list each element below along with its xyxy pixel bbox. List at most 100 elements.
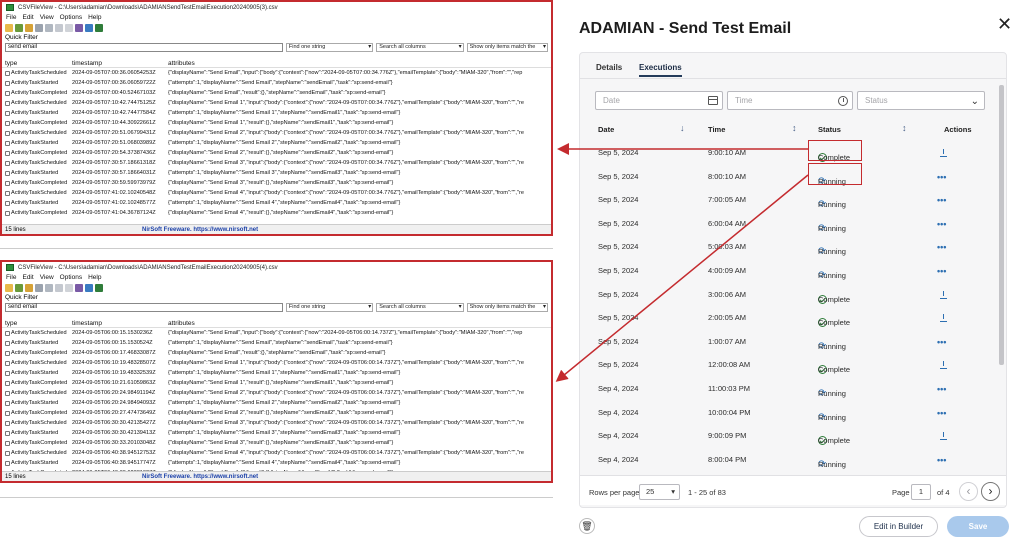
table-row[interactable]: ActivityTaskScheduled 2024-09-05T06:20:24…: [2, 388, 551, 398]
save-icon[interactable]: [35, 284, 43, 292]
table-row[interactable]: ActivityTaskScheduled 2024-09-05T07:10:42…: [2, 98, 551, 108]
column-attributes[interactable]: attributes: [168, 60, 551, 67]
copy-icon[interactable]: [45, 284, 53, 292]
table-row[interactable]: ActivityTaskCompleted 2024-09-05T07:30:59…: [2, 178, 551, 188]
table-row[interactable]: Sep 5, 2024 8:00:10 AM ⟳ Running •••: [580, 166, 1006, 190]
menu-options[interactable]: Options: [60, 274, 82, 281]
open-folder-icon[interactable]: [25, 24, 33, 32]
edit-in-builder-button[interactable]: Edit in Builder: [859, 516, 938, 537]
table-row[interactable]: ActivityTaskScheduled 2024-09-05T06:00:15…: [2, 328, 551, 338]
table-row[interactable]: ActivityTaskCompleted 2024-09-05T07:41:04…: [2, 208, 551, 218]
filter-columns-select[interactable]: Search all columns: [376, 43, 464, 52]
quick-filter-input[interactable]: send email: [5, 43, 283, 52]
date-filter-input[interactable]: Date: [595, 91, 723, 110]
table-row[interactable]: ActivityTaskStarted 2024-09-05T07:00:36.0…: [2, 78, 551, 88]
filter-mode-select[interactable]: Find one string: [285, 43, 374, 52]
table-row[interactable]: ActivityTaskScheduled 2024-09-05T07:41:02…: [2, 188, 551, 198]
table-row[interactable]: Sep 5, 2024 2:00:05 AM Complete: [580, 307, 1006, 331]
table-row[interactable]: ActivityTaskCompleted 2024-09-05T06:20:27…: [2, 408, 551, 418]
table-row[interactable]: Sep 5, 2024 3:00:06 AM Complete: [580, 284, 1006, 308]
filter-mode-select[interactable]: Find one string: [285, 303, 374, 312]
table-row[interactable]: Sep 5, 2024 6:00:04 AM ⟳ Running •••: [580, 213, 1006, 237]
copy-icon[interactable]: [45, 24, 53, 32]
status-freeware[interactable]: NirSoft Freeware. https://www.nirsoft.ne…: [142, 227, 258, 233]
column-time[interactable]: Time: [708, 125, 725, 134]
more-options-icon[interactable]: •••: [937, 337, 946, 347]
table-row[interactable]: ActivityTaskCompleted 2024-09-05T06:10:21…: [2, 378, 551, 388]
filter-show-select[interactable]: Show only items match the: [466, 43, 549, 52]
more-options-icon[interactable]: •••: [937, 219, 946, 229]
reload-icon[interactable]: [15, 24, 23, 32]
table-row[interactable]: ActivityTaskStarted 2024-09-05T07:10:42.7…: [2, 108, 551, 118]
delete-button[interactable]: 🗑: [579, 518, 595, 534]
rows-per-page-select[interactable]: 25: [639, 484, 680, 500]
page-number-input[interactable]: 1: [911, 484, 931, 500]
table-row[interactable]: ActivityTaskScheduled 2024-09-05T07:00:36…: [2, 68, 551, 78]
properties-icon[interactable]: [55, 284, 63, 292]
close-icon[interactable]: ✕: [997, 14, 1012, 35]
table-row[interactable]: Sep 4, 2024 10:00:04 PM ⟳ Running •••: [580, 402, 1006, 426]
sort-icon[interactable]: ↕: [902, 123, 907, 133]
table-row[interactable]: ActivityTaskScheduled 2024-09-05T06:40:38…: [2, 448, 551, 458]
tab-executions[interactable]: Executions: [639, 63, 682, 77]
save-button[interactable]: Save: [947, 516, 1009, 537]
columns-icon[interactable]: [85, 284, 93, 292]
table-row[interactable]: ActivityTaskStarted 2024-09-05T07:20:51.0…: [2, 138, 551, 148]
columns-icon[interactable]: [85, 24, 93, 32]
scrollbar[interactable]: [999, 85, 1004, 365]
menu-view[interactable]: View: [40, 274, 54, 281]
html-report-icon[interactable]: [65, 24, 73, 32]
table-row[interactable]: ActivityTaskScheduled 2024-09-05T06:30:30…: [2, 418, 551, 428]
menu-file[interactable]: File: [6, 274, 16, 281]
exit-icon[interactable]: [95, 284, 103, 292]
sort-icon[interactable]: ↕: [792, 123, 797, 133]
menu-edit[interactable]: Edit: [22, 14, 33, 21]
table-row[interactable]: ActivityTaskStarted 2024-09-05T06:20:24.9…: [2, 398, 551, 408]
column-type[interactable]: type: [2, 320, 72, 327]
save-icon[interactable]: [35, 24, 43, 32]
table-row[interactable]: ActivityTaskScheduled 2024-09-05T07:20:51…: [2, 128, 551, 138]
more-options-icon[interactable]: •••: [937, 242, 946, 252]
table-row[interactable]: ActivityTaskScheduled 2024-09-05T06:10:19…: [2, 358, 551, 368]
more-options-icon[interactable]: •••: [937, 408, 946, 418]
menu-options[interactable]: Options: [60, 14, 82, 21]
table-row[interactable]: ActivityTaskStarted 2024-09-05T06:30:30.4…: [2, 428, 551, 438]
properties-icon[interactable]: [55, 24, 63, 32]
time-filter-input[interactable]: Time: [727, 91, 853, 110]
more-options-icon[interactable]: •••: [937, 384, 946, 394]
table-row[interactable]: ActivityTaskStarted 2024-09-05T06:00:15.1…: [2, 338, 551, 348]
status-filter-select[interactable]: Status ⌄: [857, 91, 985, 110]
filter-icon[interactable]: [75, 24, 83, 32]
table-row[interactable]: ActivityTaskCompleted 2024-09-05T07:20:54…: [2, 148, 551, 158]
download-icon[interactable]: [940, 314, 947, 323]
menu-file[interactable]: File: [6, 14, 16, 21]
table-row[interactable]: Sep 5, 2024 12:00:08 AM Complete: [580, 354, 1006, 378]
more-options-icon[interactable]: •••: [937, 266, 946, 276]
filter-icon[interactable]: [75, 284, 83, 292]
html-report-icon[interactable]: [65, 284, 73, 292]
table-row[interactable]: Sep 5, 2024 5:00:03 AM ⟳ Running •••: [580, 236, 1006, 260]
more-options-icon[interactable]: •••: [937, 455, 946, 465]
open-file-icon[interactable]: [5, 284, 13, 292]
table-row[interactable]: Sep 4, 2024 8:00:04 PM ⟳ Running •••: [580, 449, 1006, 473]
menu-help[interactable]: Help: [88, 274, 101, 281]
table-row[interactable]: ActivityTaskCompleted 2024-09-05T06:00:17…: [2, 348, 551, 358]
table-row[interactable]: ActivityTaskCompleted 2024-09-05T07:00:40…: [2, 88, 551, 98]
exit-icon[interactable]: [95, 24, 103, 32]
open-folder-icon[interactable]: [25, 284, 33, 292]
clock-icon[interactable]: [838, 96, 848, 106]
table-row[interactable]: ActivityTaskCompleted 2024-09-05T07:10:44…: [2, 118, 551, 128]
quick-filter-input[interactable]: send email: [5, 303, 283, 312]
more-options-icon[interactable]: •••: [937, 195, 946, 205]
column-status[interactable]: Status: [818, 125, 841, 134]
column-timestamp[interactable]: timestamp: [72, 60, 168, 67]
column-date[interactable]: Date: [598, 125, 614, 134]
table-row[interactable]: Sep 5, 2024 7:00:05 AM ⟳ Running •••: [580, 189, 1006, 213]
column-timestamp[interactable]: timestamp: [72, 320, 168, 327]
download-icon[interactable]: [940, 290, 947, 299]
more-options-icon[interactable]: •••: [937, 172, 946, 182]
download-icon[interactable]: [940, 432, 947, 441]
status-freeware[interactable]: NirSoft Freeware. https://www.nirsoft.ne…: [142, 474, 258, 480]
sort-desc-icon[interactable]: ↓: [680, 123, 685, 133]
table-row[interactable]: Sep 5, 2024 4:00:09 AM ⟳ Running •••: [580, 260, 1006, 284]
